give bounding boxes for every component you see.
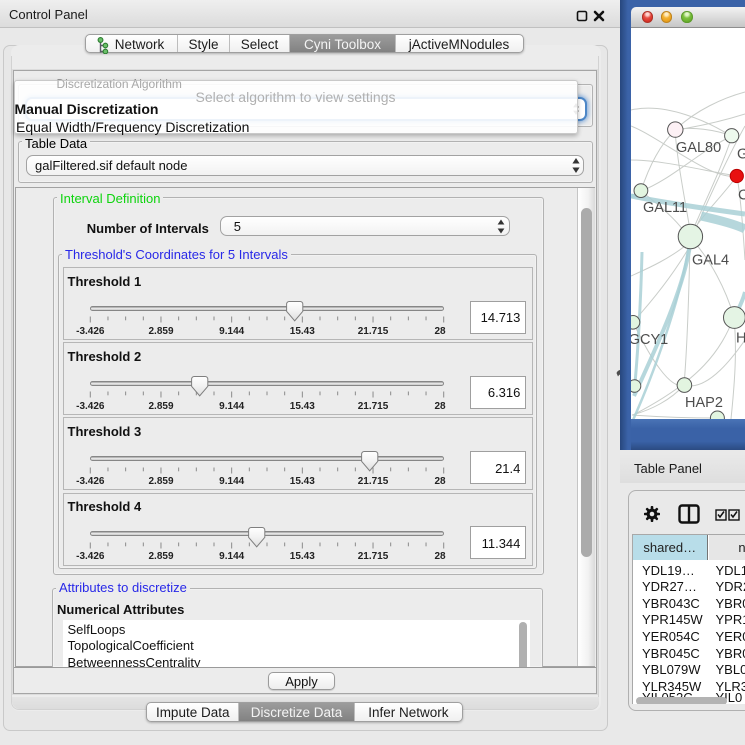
svg-text:C: C [738,188,745,204]
svg-text:GAL: GAL [737,147,745,163]
svg-text:GAL4: GAL4 [692,253,729,269]
svg-text:GAL11: GAL11 [643,200,687,216]
svg-text:H: H [736,331,745,347]
svg-text:GAL80: GAL80 [676,140,721,156]
svg-text:GCY1: GCY1 [631,332,668,348]
svg-text:HAP2: HAP2 [685,395,723,411]
